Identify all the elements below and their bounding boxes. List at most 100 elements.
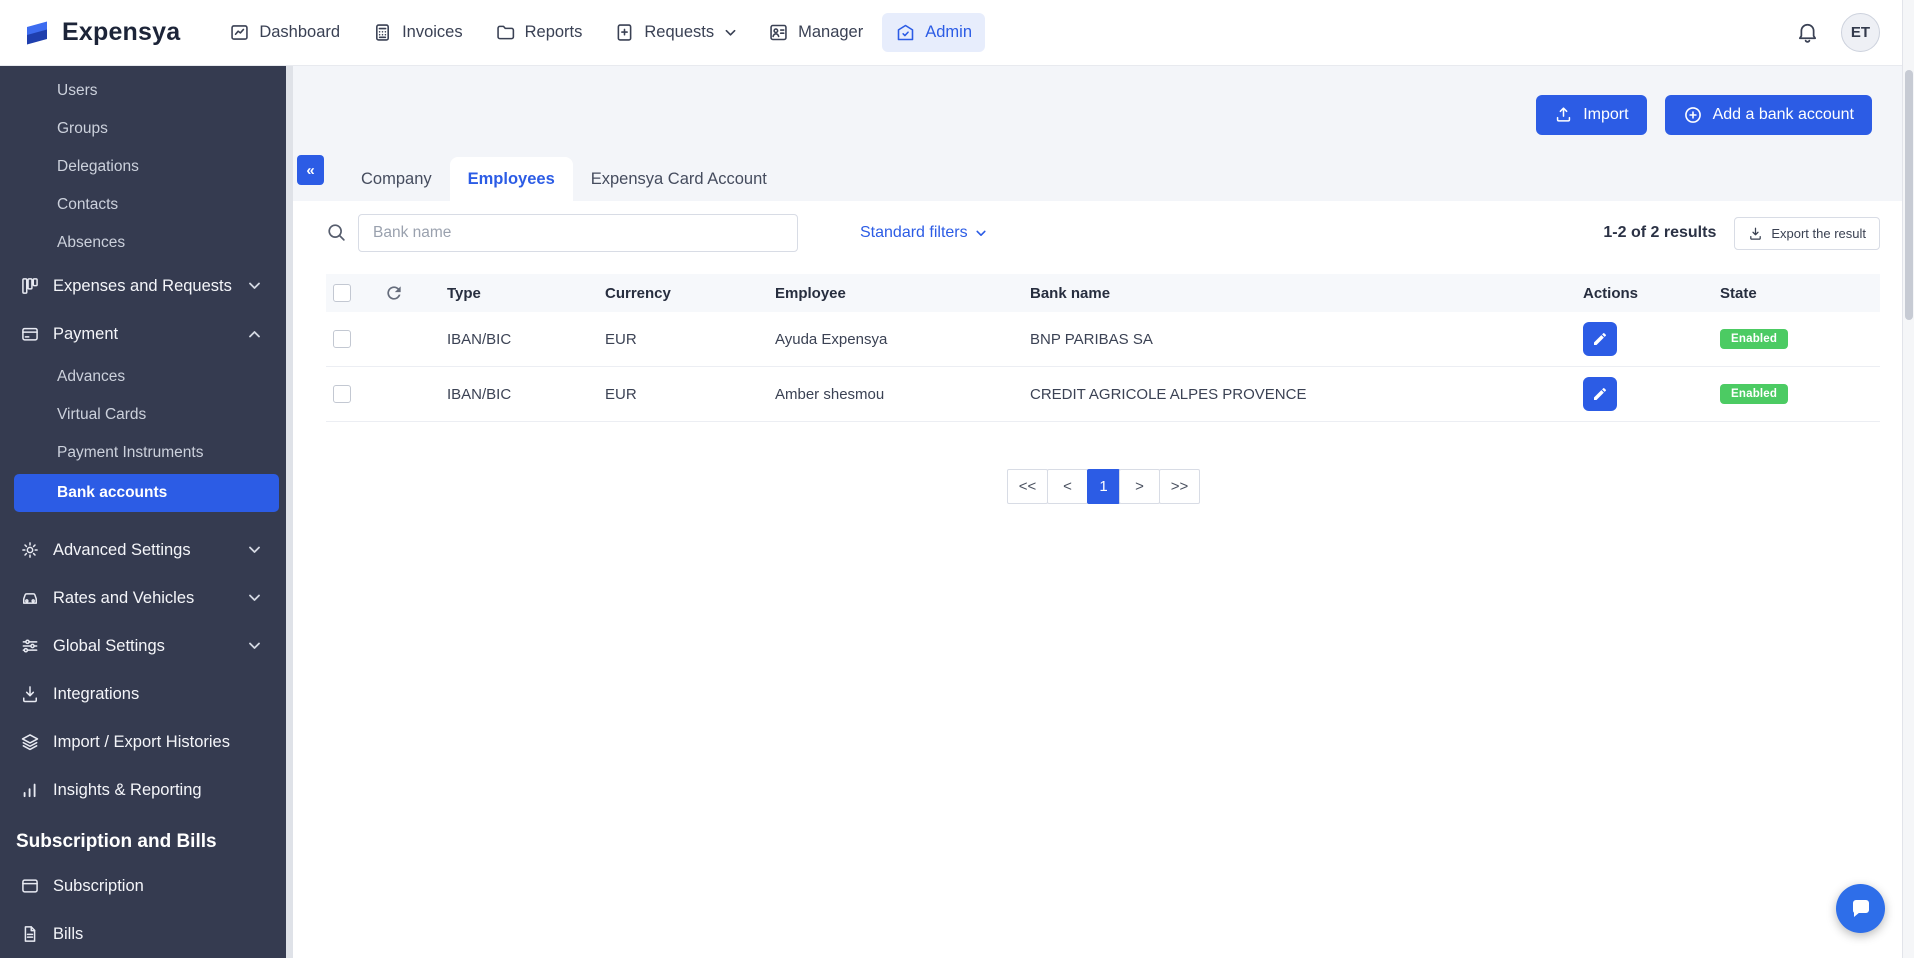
refresh-icon[interactable] xyxy=(384,283,404,303)
tab-expensya-card-account[interactable]: Expensya Card Account xyxy=(573,157,785,201)
download-icon xyxy=(20,684,40,704)
sidebar-section-subscription-and-bills: Subscription and Bills xyxy=(0,822,293,862)
invoices-icon xyxy=(372,22,393,43)
pagination-page-1-button[interactable]: 1 xyxy=(1087,469,1120,504)
row-checkbox[interactable] xyxy=(333,330,351,348)
sidebar-item-groups[interactable]: Groups xyxy=(0,110,293,148)
pagination-last-button[interactable]: >> xyxy=(1159,469,1200,504)
sidebar-item-import-export-histories[interactable]: Import / Export Histories xyxy=(0,718,293,766)
collapse-sidebar-button[interactable]: « xyxy=(297,155,324,185)
brand[interactable]: Expensya xyxy=(22,18,180,48)
add-bank-account-button[interactable]: Add a bank account xyxy=(1665,95,1872,135)
tab-employees[interactable]: Employees xyxy=(450,157,573,201)
layers-icon xyxy=(20,732,40,752)
column-header-bank-name: Bank name xyxy=(1018,285,1571,302)
sliders-icon xyxy=(20,636,40,656)
row-checkbox[interactable] xyxy=(333,385,351,403)
chevron-down-icon xyxy=(248,282,261,290)
sidebar-item-insights-reporting[interactable]: Insights & Reporting xyxy=(0,766,293,814)
topbar-right: ET xyxy=(1796,13,1880,52)
cell-bank-name: CREDIT AGRICOLE ALPES PROVENCE xyxy=(1018,386,1571,403)
chevron-down-icon xyxy=(248,546,261,554)
sidebar-item-bills[interactable]: Bills xyxy=(0,910,293,958)
notifications-bell-icon[interactable] xyxy=(1796,21,1819,44)
tabs-bar: « Company Employees Expensya Card Accoun… xyxy=(293,157,1914,201)
export-result-label: Export the result xyxy=(1771,226,1866,241)
sidebar-item-payment-instruments[interactable]: Payment Instruments xyxy=(0,434,293,472)
select-all-checkbox[interactable] xyxy=(333,284,351,302)
chevron-down-icon xyxy=(725,29,736,37)
nav-reports[interactable]: Reports xyxy=(482,13,596,52)
sidebar-scrollbar[interactable] xyxy=(286,66,293,958)
sidebar: Users Groups Delegations Contacts Absenc… xyxy=(0,66,293,958)
sidebar-item-global-settings[interactable]: Global Settings xyxy=(0,622,293,670)
sidebar-item-expenses-and-requests[interactable]: Expenses and Requests xyxy=(0,262,293,310)
sidebar-item-contacts[interactable]: Contacts xyxy=(0,186,293,224)
sidebar-item-label: Rates and Vehicles xyxy=(53,589,194,608)
column-header-type: Type xyxy=(435,285,593,302)
primary-nav: Dashboard Invoices Reports xyxy=(216,13,985,52)
chat-launcher-button[interactable] xyxy=(1836,884,1885,933)
upload-icon xyxy=(1554,105,1573,124)
cell-type: IBAN/BIC xyxy=(435,331,593,348)
chevron-up-icon xyxy=(248,330,261,338)
table-row: IBAN/BIC EUR Ayuda Expensya BNP PARIBAS … xyxy=(326,312,1880,367)
table-header: Type Currency Employee Bank name Actions… xyxy=(326,274,1880,312)
sidebar-item-subscription[interactable]: Subscription xyxy=(0,862,293,910)
sidebar-item-rates-and-vehicles[interactable]: Rates and Vehicles xyxy=(0,574,293,622)
tab-company[interactable]: Company xyxy=(343,157,450,201)
standard-filters-label: Standard filters xyxy=(860,224,968,242)
nav-manager[interactable]: Manager xyxy=(755,13,876,52)
admin-icon xyxy=(895,22,916,43)
sidebar-item-bank-accounts[interactable]: Bank accounts xyxy=(14,474,279,512)
pagination-first-button[interactable]: << xyxy=(1007,469,1048,504)
edit-button[interactable] xyxy=(1583,322,1617,356)
expenses-requests-icon xyxy=(20,276,40,296)
subscription-card-icon xyxy=(20,876,40,896)
sidebar-item-advanced-settings[interactable]: Advanced Settings xyxy=(0,526,293,574)
sidebar-item-label: Import / Export Histories xyxy=(53,733,230,752)
chat-bubble-icon xyxy=(1849,897,1873,921)
edit-button[interactable] xyxy=(1583,377,1617,411)
page-scrollbar[interactable] xyxy=(1902,0,1914,958)
sidebar-item-payment[interactable]: Payment xyxy=(0,310,293,358)
bank-name-search-input[interactable] xyxy=(358,214,798,252)
download-icon xyxy=(1748,226,1763,241)
pagination-next-button[interactable]: > xyxy=(1119,469,1160,504)
export-result-button[interactable]: Export the result xyxy=(1734,217,1880,250)
sidebar-item-label: Subscription xyxy=(53,877,144,896)
sidebar-item-delegations[interactable]: Delegations xyxy=(0,148,293,186)
topbar: Expensya Dashboard Invoices xyxy=(0,0,1914,66)
scrollbar-thumb[interactable] xyxy=(1905,70,1913,320)
cell-employee: Ayuda Expensya xyxy=(763,331,1018,348)
request-document-icon xyxy=(614,22,635,43)
status-badge: Enabled xyxy=(1720,329,1788,349)
sidebar-item-virtual-cards[interactable]: Virtual Cards xyxy=(0,396,293,434)
pagination-prev-button[interactable]: < xyxy=(1047,469,1088,504)
nav-invoices[interactable]: Invoices xyxy=(359,13,476,52)
sidebar-item-advances[interactable]: Advances xyxy=(0,358,293,396)
nav-requests[interactable]: Requests xyxy=(601,13,749,52)
expensya-logo-icon xyxy=(22,18,52,48)
sidebar-item-integrations[interactable]: Integrations xyxy=(0,670,293,718)
nav-dashboard[interactable]: Dashboard xyxy=(216,13,353,52)
gear-icon xyxy=(20,540,40,560)
sidebar-item-absences[interactable]: Absences xyxy=(0,224,293,262)
nav-invoices-label: Invoices xyxy=(402,23,463,42)
results-count: 1-2 of 2 results xyxy=(1603,224,1716,242)
dashboard-icon xyxy=(229,22,250,43)
sidebar-item-label: Expenses and Requests xyxy=(53,277,232,296)
plus-circle-icon xyxy=(1683,105,1703,125)
import-button[interactable]: Import xyxy=(1536,95,1646,135)
nav-requests-label: Requests xyxy=(644,23,714,42)
nav-manager-label: Manager xyxy=(798,23,863,42)
standard-filters-button[interactable]: Standard filters xyxy=(860,224,986,242)
nav-reports-label: Reports xyxy=(525,23,583,42)
sidebar-item-users[interactable]: Users xyxy=(0,72,293,110)
avatar[interactable]: ET xyxy=(1841,13,1880,52)
sidebar-item-label: Payment xyxy=(53,325,118,344)
nav-admin[interactable]: Admin xyxy=(882,13,985,52)
payment-icon xyxy=(20,324,40,344)
folder-icon xyxy=(495,22,516,43)
sidebar-item-label: Integrations xyxy=(53,685,139,704)
